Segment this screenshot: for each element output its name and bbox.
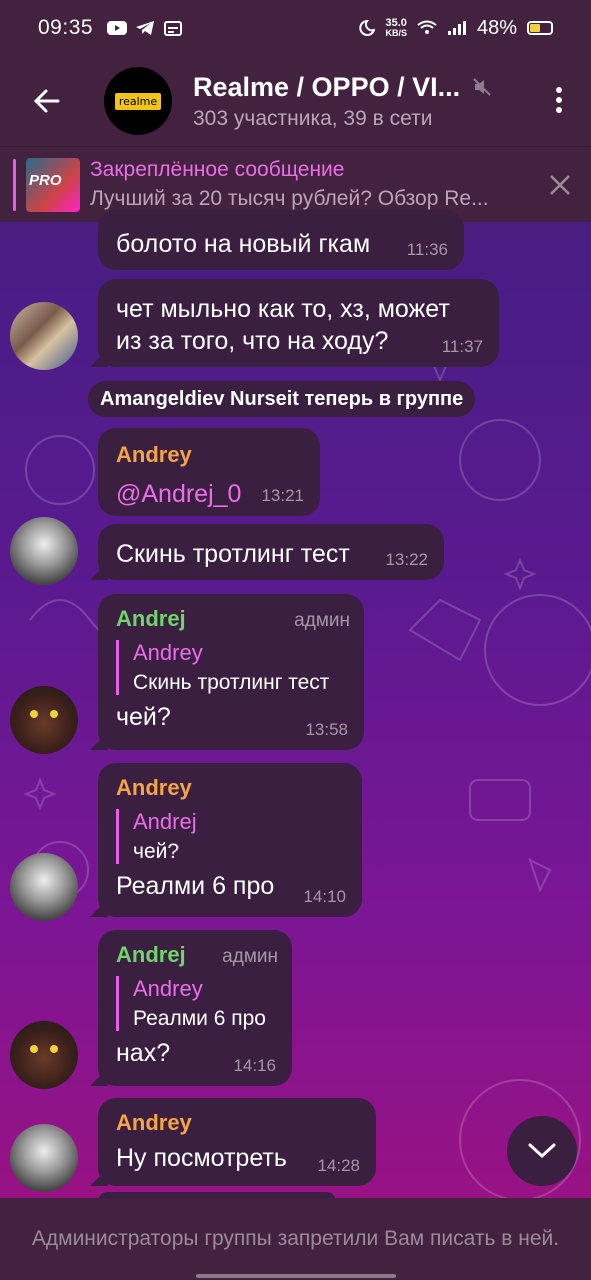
reply-text: чей? [133,840,180,863]
message-text: Скинь тротлинг тест [116,540,350,568]
reply-text: Скинь тротлинг тест [133,671,330,694]
message-bubble[interactable]: болото на новый гкам 11:36 [98,210,464,270]
service-message: Amangeldiev Nurseit теперь в группе [88,381,476,417]
input-disabled-notice: Администраторы группы запретили Вам писа… [0,1198,591,1280]
home-indicator[interactable] [196,1274,396,1278]
message-bubble[interactable]: чет мыльно как то, хз, может из за того,… [98,279,499,367]
notice-text: Администраторы группы запретили Вам писа… [31,1227,560,1250]
reply-quote[interactable]: Andrej чей? [116,809,344,864]
network-speed: 35.0 KB/S [385,17,407,39]
group-avatar[interactable]: realme [104,67,172,135]
battery-percent: 48% [476,16,517,39]
chat-header: realme Realme / OPPO / VI... 303 участни… [0,56,591,146]
user-avatar[interactable] [10,302,78,370]
network-speed-value: 35.0 [385,17,407,29]
message-bubble[interactable]: Andrey @Andrej_0 13:21 [98,428,320,516]
message-time: 13:58 [305,720,348,739]
message-text: чет мыльно как то, хз, может из за того,… [116,295,450,355]
message-time: 13:21 [261,486,304,505]
user-avatar[interactable] [10,1124,78,1192]
reply-text: Реалми 6 про [133,1007,266,1030]
user-avatar[interactable] [10,853,78,921]
user-avatar[interactable] [10,686,78,754]
message-bubble[interactable]: Andrey Ну посмотреть 14:28 [98,1098,376,1186]
admin-badge: админ [222,946,278,967]
user-avatar[interactable] [10,1021,78,1089]
message-text: болото на новый гкам [116,230,371,258]
message-time: 11:37 [441,337,483,356]
more-vert-icon[interactable] [555,86,563,114]
user-avatar[interactable] [10,517,78,585]
reply-sender: Andrej [133,809,197,834]
signal-icon [447,21,466,35]
chat-members-count: 303 участника, 39 в сети [193,106,433,130]
reply-quote[interactable]: Andrey Реалми 6 про [116,976,274,1031]
group-avatar-logo: realme [114,92,162,110]
notification-icons [107,20,183,36]
message-bubble[interactable]: Andrej админ Andrey Скинь тротлинг тест … [98,594,364,750]
close-icon[interactable] [549,174,571,196]
network-speed-unit: KB/S [385,28,407,38]
reply-sender: Andrey [133,640,203,665]
sender-name[interactable]: Andrey [116,775,344,801]
telegram-icon [136,21,155,35]
wifi-icon [417,20,437,34]
sender-name[interactable]: Andrey [116,1110,358,1136]
battery-fill [530,24,540,32]
chat-title-block[interactable]: Realme / OPPO / VI... 303 участника, 39 … [193,72,492,131]
message-time: 14:28 [317,1156,360,1175]
pinned-preview: Лучший за 20 тысяч рублей? Обзор Re... [90,187,489,210]
status-time: 09:35 [38,16,94,39]
reply-quote[interactable]: Andrey Скинь тротлинг тест [116,640,346,695]
message-time: 11:36 [406,240,448,259]
pinned-indicator [13,158,16,211]
chat-title: Realme / OPPO / VI... [193,71,461,102]
message-bubble[interactable]: Скинь тротлинг тест 13:22 [98,524,444,580]
message-bubble[interactable]: Andrey Andrej чей? Реалми 6 про 14:10 [98,763,362,917]
scroll-down-button[interactable] [507,1116,577,1186]
pinned-thumbnail-text: PRO [29,171,62,189]
message-time: 14:10 [303,887,346,906]
reply-sender: Andrey [133,976,203,1001]
moon-icon [359,20,376,36]
mute-icon [473,78,491,96]
calendar-icon [164,21,183,36]
status-bar: 09:35 35.0 KB/S 48% [0,0,591,56]
pinned-title: Закреплённое сообщение [90,158,345,181]
message-time: 13:22 [385,550,428,569]
sender-name[interactable]: Andrey [116,442,302,468]
back-button[interactable] [26,81,66,121]
message-bubble[interactable]: Andrej админ Andrey Реалми 6 про нах? 14… [98,930,292,1086]
admin-badge: админ [294,610,350,631]
battery-icon [527,21,553,35]
system-indicators: 35.0 KB/S 48% [355,17,553,40]
back-arrow-icon [33,89,60,113]
pinned-thumbnail: PRO [26,157,80,212]
youtube-icon [107,21,128,35]
chevron-down-icon [528,1143,556,1159]
message-time: 14:16 [233,1056,276,1075]
